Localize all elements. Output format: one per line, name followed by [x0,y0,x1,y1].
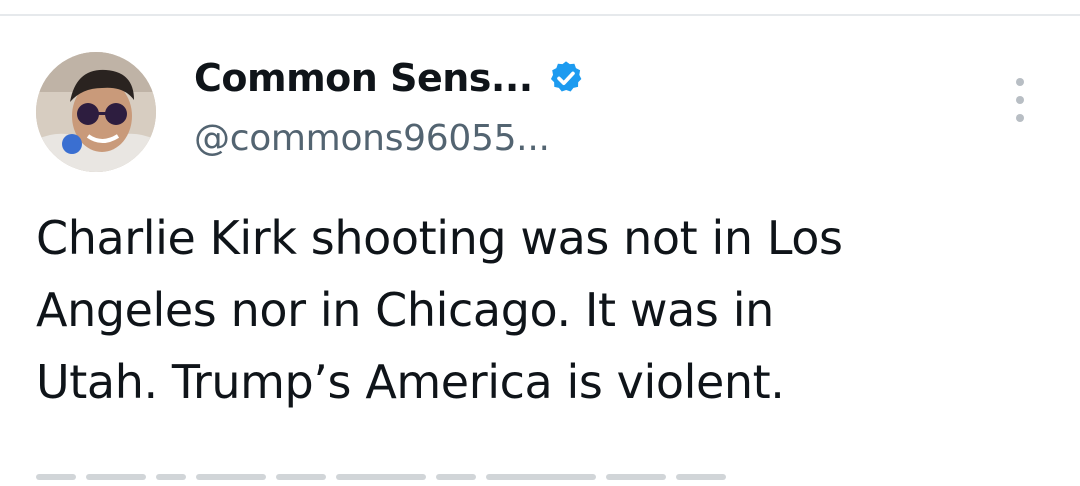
display-name[interactable]: Common Sens... [194,56,533,100]
tweet-card[interactable]: Common Sens... @commons96055... Charlie … [0,16,1080,486]
verified-badge-icon [547,59,585,97]
tweet-text: Charlie Kirk shooting was not in Los Ang… [36,202,1046,418]
tweet-text-line: Utah. Trump’s America is violent. [36,355,785,409]
author-handle[interactable]: @commons96055... [194,118,550,159]
tweet-text-line: Angeles nor in Chicago. It was in [36,283,774,337]
more-dot [1016,96,1024,104]
more-options-button[interactable] [1006,78,1034,124]
author-name-row: Common Sens... [194,54,585,102]
tweet-text-line: Charlie Kirk shooting was not in Los [36,211,843,265]
profile-photo-icon [36,52,156,172]
cut-off-content [36,468,796,486]
avatar[interactable] [36,52,156,172]
more-vertical-icon [1016,78,1024,86]
more-dot [1016,114,1024,122]
